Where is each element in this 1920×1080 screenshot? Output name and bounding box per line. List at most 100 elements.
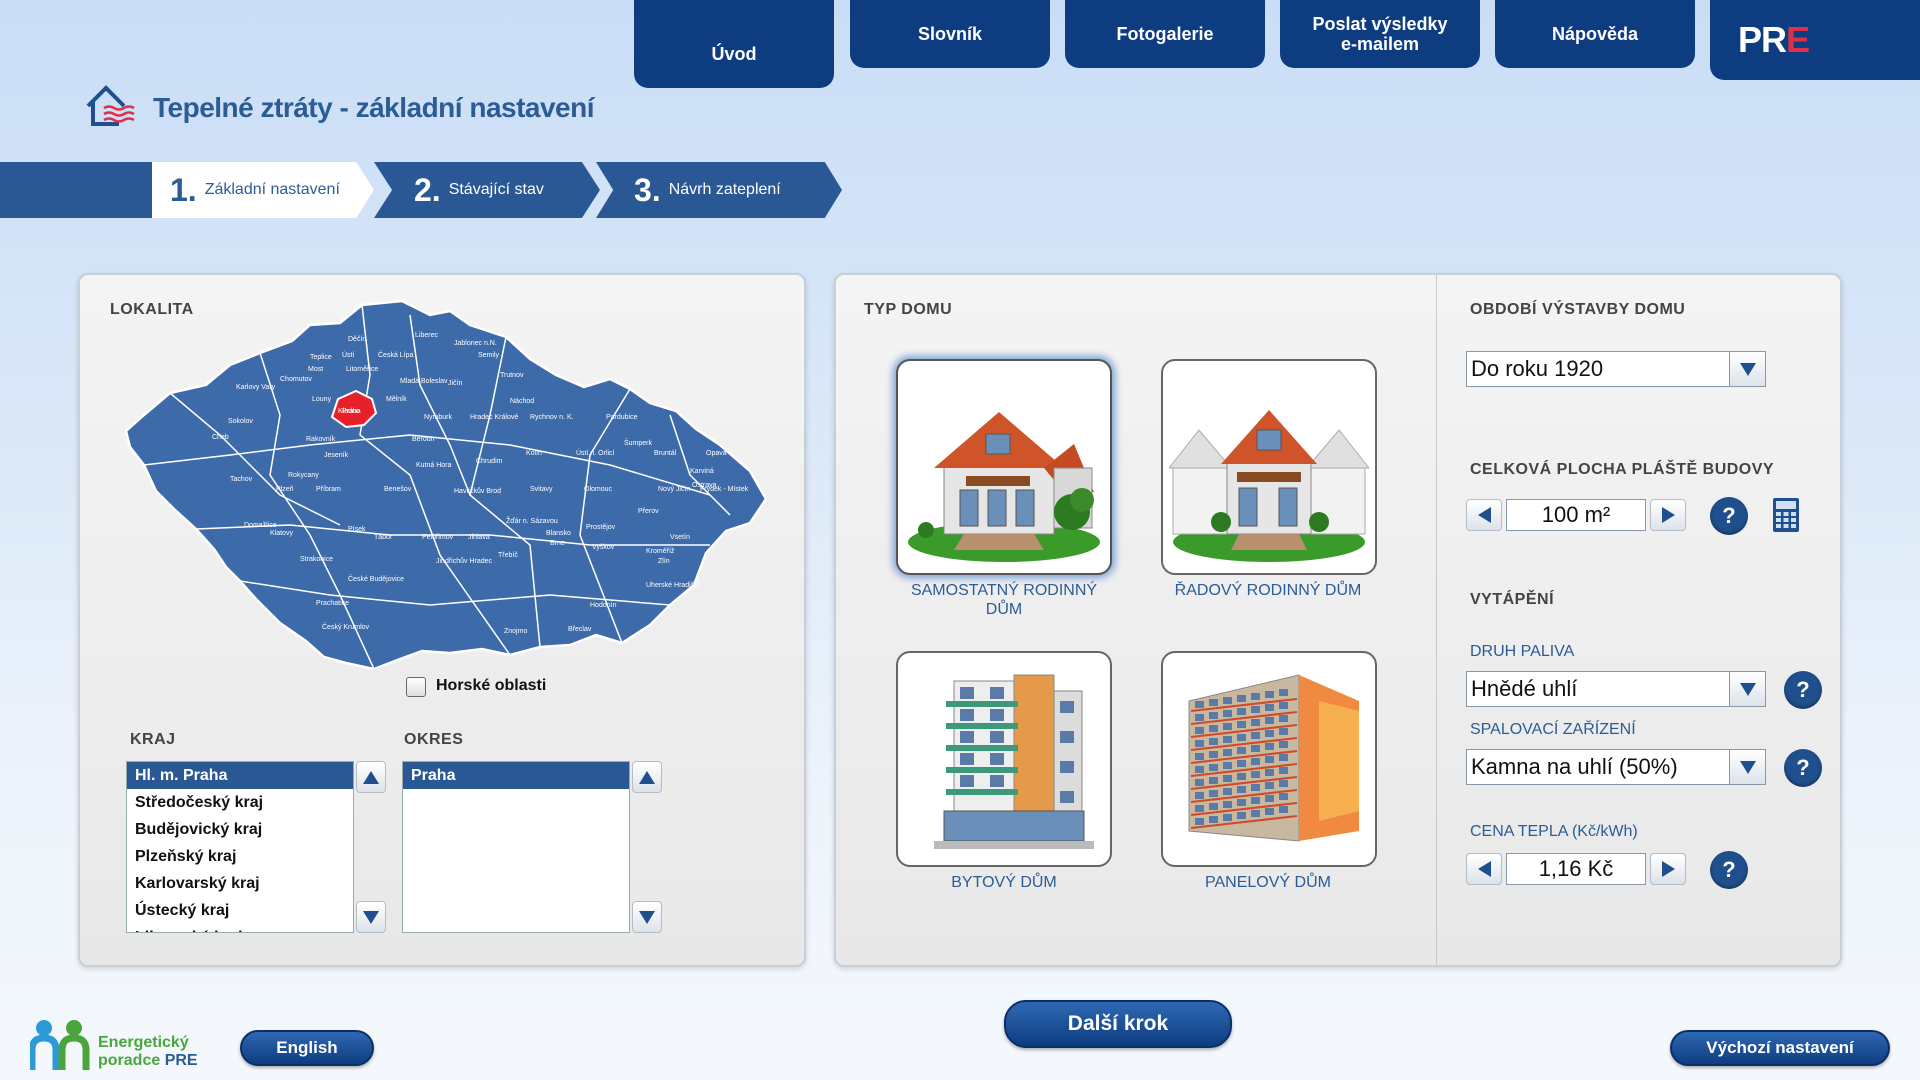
map-label[interactable]: Svitavy <box>530 486 553 493</box>
kraj-list-item[interactable]: Hl. m. Praha <box>127 762 353 789</box>
map-label[interactable]: Český Krumlov <box>322 622 370 631</box>
map-label[interactable]: Karlovy Vary <box>236 384 276 391</box>
map-label[interactable]: Jeseník <box>324 452 349 459</box>
map-label[interactable]: Zlín <box>658 558 670 565</box>
czech-map[interactable]: Liberec Děčín Jablonec n.N. Ústí Česká Lípa S… <box>110 295 770 680</box>
map-label[interactable]: Náchod <box>510 398 534 405</box>
map-label[interactable]: Prostějov <box>586 524 616 531</box>
map-label[interactable]: Děčín <box>348 336 366 343</box>
nav-tab-poslat[interactable]: Poslat výsledky e-mailem <box>1280 0 1480 68</box>
map-label[interactable]: Břeclav <box>568 626 592 633</box>
nav-tab-uvod[interactable]: Úvod <box>634 0 834 88</box>
map-label[interactable]: Jindřichův Hradec <box>436 557 493 565</box>
map-label[interactable]: Louny <box>312 396 332 403</box>
map-label[interactable]: Jablonec n.N. <box>454 340 497 347</box>
map-label[interactable]: Hradec Králové <box>470 414 518 421</box>
druh-paliva-help-button[interactable]: ? <box>1784 671 1822 709</box>
kraj-list-item[interactable]: Ústecký kraj <box>127 897 353 924</box>
map-label[interactable]: Kolín <box>526 450 542 457</box>
kraj-list-item[interactable]: Liberecký kraj <box>127 924 353 932</box>
okres-scroll-up[interactable] <box>632 761 662 793</box>
reset-defaults-button[interactable]: Výchozí nastavení <box>1670 1030 1890 1066</box>
obdobi-dropdown[interactable]: Do roku 1920 <box>1466 351 1766 387</box>
house-card-samostatny[interactable] <box>896 359 1112 575</box>
cena-increment[interactable] <box>1650 853 1686 885</box>
map-label[interactable]: Chomutov <box>280 376 312 383</box>
map-label[interactable]: Litoměřice <box>346 366 378 373</box>
map-label[interactable]: Ústí <box>342 350 355 359</box>
map-label[interactable]: Rakovník <box>306 436 336 443</box>
kraj-listbox[interactable]: Hl. m. Praha Středočeský kraj Budějovický … <box>126 761 354 933</box>
kraj-list-item[interactable]: Karlovarský kraj <box>127 870 353 897</box>
house-card-radovy[interactable] <box>1161 359 1377 575</box>
map-label[interactable]: Plzeň <box>276 486 294 493</box>
map-label[interactable]: Teplice <box>310 354 332 361</box>
spalovaci-help-button[interactable]: ? <box>1784 749 1822 787</box>
map-label[interactable]: Pardubice <box>606 414 638 421</box>
map-label[interactable]: Vsetín <box>670 534 690 541</box>
map-label[interactable]: Trutnov <box>500 372 524 379</box>
map-label[interactable]: Most <box>308 366 323 373</box>
map-label[interactable]: Semily <box>478 352 500 359</box>
spalovaci-dropdown[interactable]: Kamna na uhlí (50%) <box>1466 749 1766 785</box>
map-label[interactable]: Cheb <box>212 434 229 441</box>
map-label[interactable]: Karviná <box>690 468 714 475</box>
step-1[interactable]: 1. Základní nastavení <box>152 162 374 218</box>
map-label[interactable]: Pelhřimov <box>422 534 454 541</box>
house-card-panelovy[interactable] <box>1161 651 1377 867</box>
okres-listbox[interactable]: Praha <box>402 761 630 933</box>
map-label[interactable]: Bruntál <box>654 450 677 457</box>
map-label[interactable]: Šumperk <box>624 438 653 447</box>
calculator-icon[interactable] <box>1772 497 1800 538</box>
kraj-scroll-up[interactable] <box>356 761 386 793</box>
map-label[interactable]: Jičín <box>448 380 463 387</box>
map-label[interactable]: Mladá Boleslav <box>400 378 448 385</box>
map-label[interactable]: Sokolov <box>228 418 253 425</box>
map-label[interactable]: Příbram <box>316 486 341 493</box>
map-label[interactable]: České Budějovice <box>348 574 404 583</box>
map-label[interactable]: Mělník <box>386 396 407 403</box>
kraj-list-item[interactable]: Budějovický kraj <box>127 816 353 843</box>
map-label[interactable]: Uherské Hradiště <box>646 582 700 589</box>
map-label[interactable]: Klatovy <box>270 530 293 537</box>
nav-tab-slovnik[interactable]: Slovník <box>850 0 1050 68</box>
map-label[interactable]: Nymburk <box>424 414 453 421</box>
horske-oblasti-checkbox[interactable] <box>406 677 426 697</box>
map-label[interactable]: Znojmo <box>504 628 527 635</box>
map-label[interactable]: Třebíč <box>498 552 518 559</box>
plocha-value[interactable]: 100 m² <box>1506 499 1646 531</box>
map-label[interactable]: Ústí n. Orlicí <box>576 448 615 457</box>
map-label[interactable]: Vyškov <box>592 544 615 551</box>
kraj-list-item[interactable]: Středočeský kraj <box>127 789 353 816</box>
map-label-praha[interactable]: Praha <box>342 408 361 415</box>
plocha-increment[interactable] <box>1650 499 1686 531</box>
map-label[interactable]: Přerov <box>638 508 659 515</box>
druh-paliva-dropdown[interactable]: Hnědé uhlí <box>1466 671 1766 707</box>
map-label[interactable]: Brno <box>550 540 565 547</box>
plocha-help-button[interactable]: ? <box>1710 497 1748 535</box>
czech-map-svg[interactable]: Liberec Děčín Jablonec n.N. Ústí Česká Lípa S… <box>110 295 770 675</box>
cena-value[interactable]: 1,16 Kč <box>1506 853 1646 885</box>
map-label[interactable]: Chrudim <box>476 458 503 465</box>
plocha-decrement[interactable] <box>1466 499 1502 531</box>
map-label[interactable]: Hodonín <box>590 602 617 609</box>
map-label[interactable]: Tachov <box>230 476 253 483</box>
map-label[interactable]: Nový Jičín <box>658 486 690 493</box>
kraj-list-item[interactable]: Plzeňský kraj <box>127 843 353 870</box>
map-label[interactable]: Opava <box>706 450 727 457</box>
map-label[interactable]: Kroměříž <box>646 548 675 555</box>
map-label[interactable]: Domažlice <box>244 522 277 529</box>
map-label[interactable]: Benešov <box>384 486 412 493</box>
map-label[interactable]: Blansko <box>546 530 571 537</box>
map-label[interactable]: Žďár n. Sázavou <box>506 516 558 525</box>
map-label[interactable]: Rokycany <box>288 472 319 479</box>
step-3[interactable]: 3. Návrh zateplení <box>596 162 842 218</box>
okres-scroll-down[interactable] <box>632 901 662 933</box>
map-label[interactable]: Frýdek - Místek <box>700 486 749 493</box>
map-label[interactable]: Beroun <box>412 436 435 443</box>
house-card-bytovy[interactable] <box>896 651 1112 867</box>
map-label[interactable]: Písek <box>348 526 366 533</box>
map-label[interactable]: Liberec <box>415 332 438 339</box>
map-label[interactable]: Tábor <box>374 534 393 541</box>
map-label[interactable]: Rychnov n. K. <box>530 414 574 421</box>
